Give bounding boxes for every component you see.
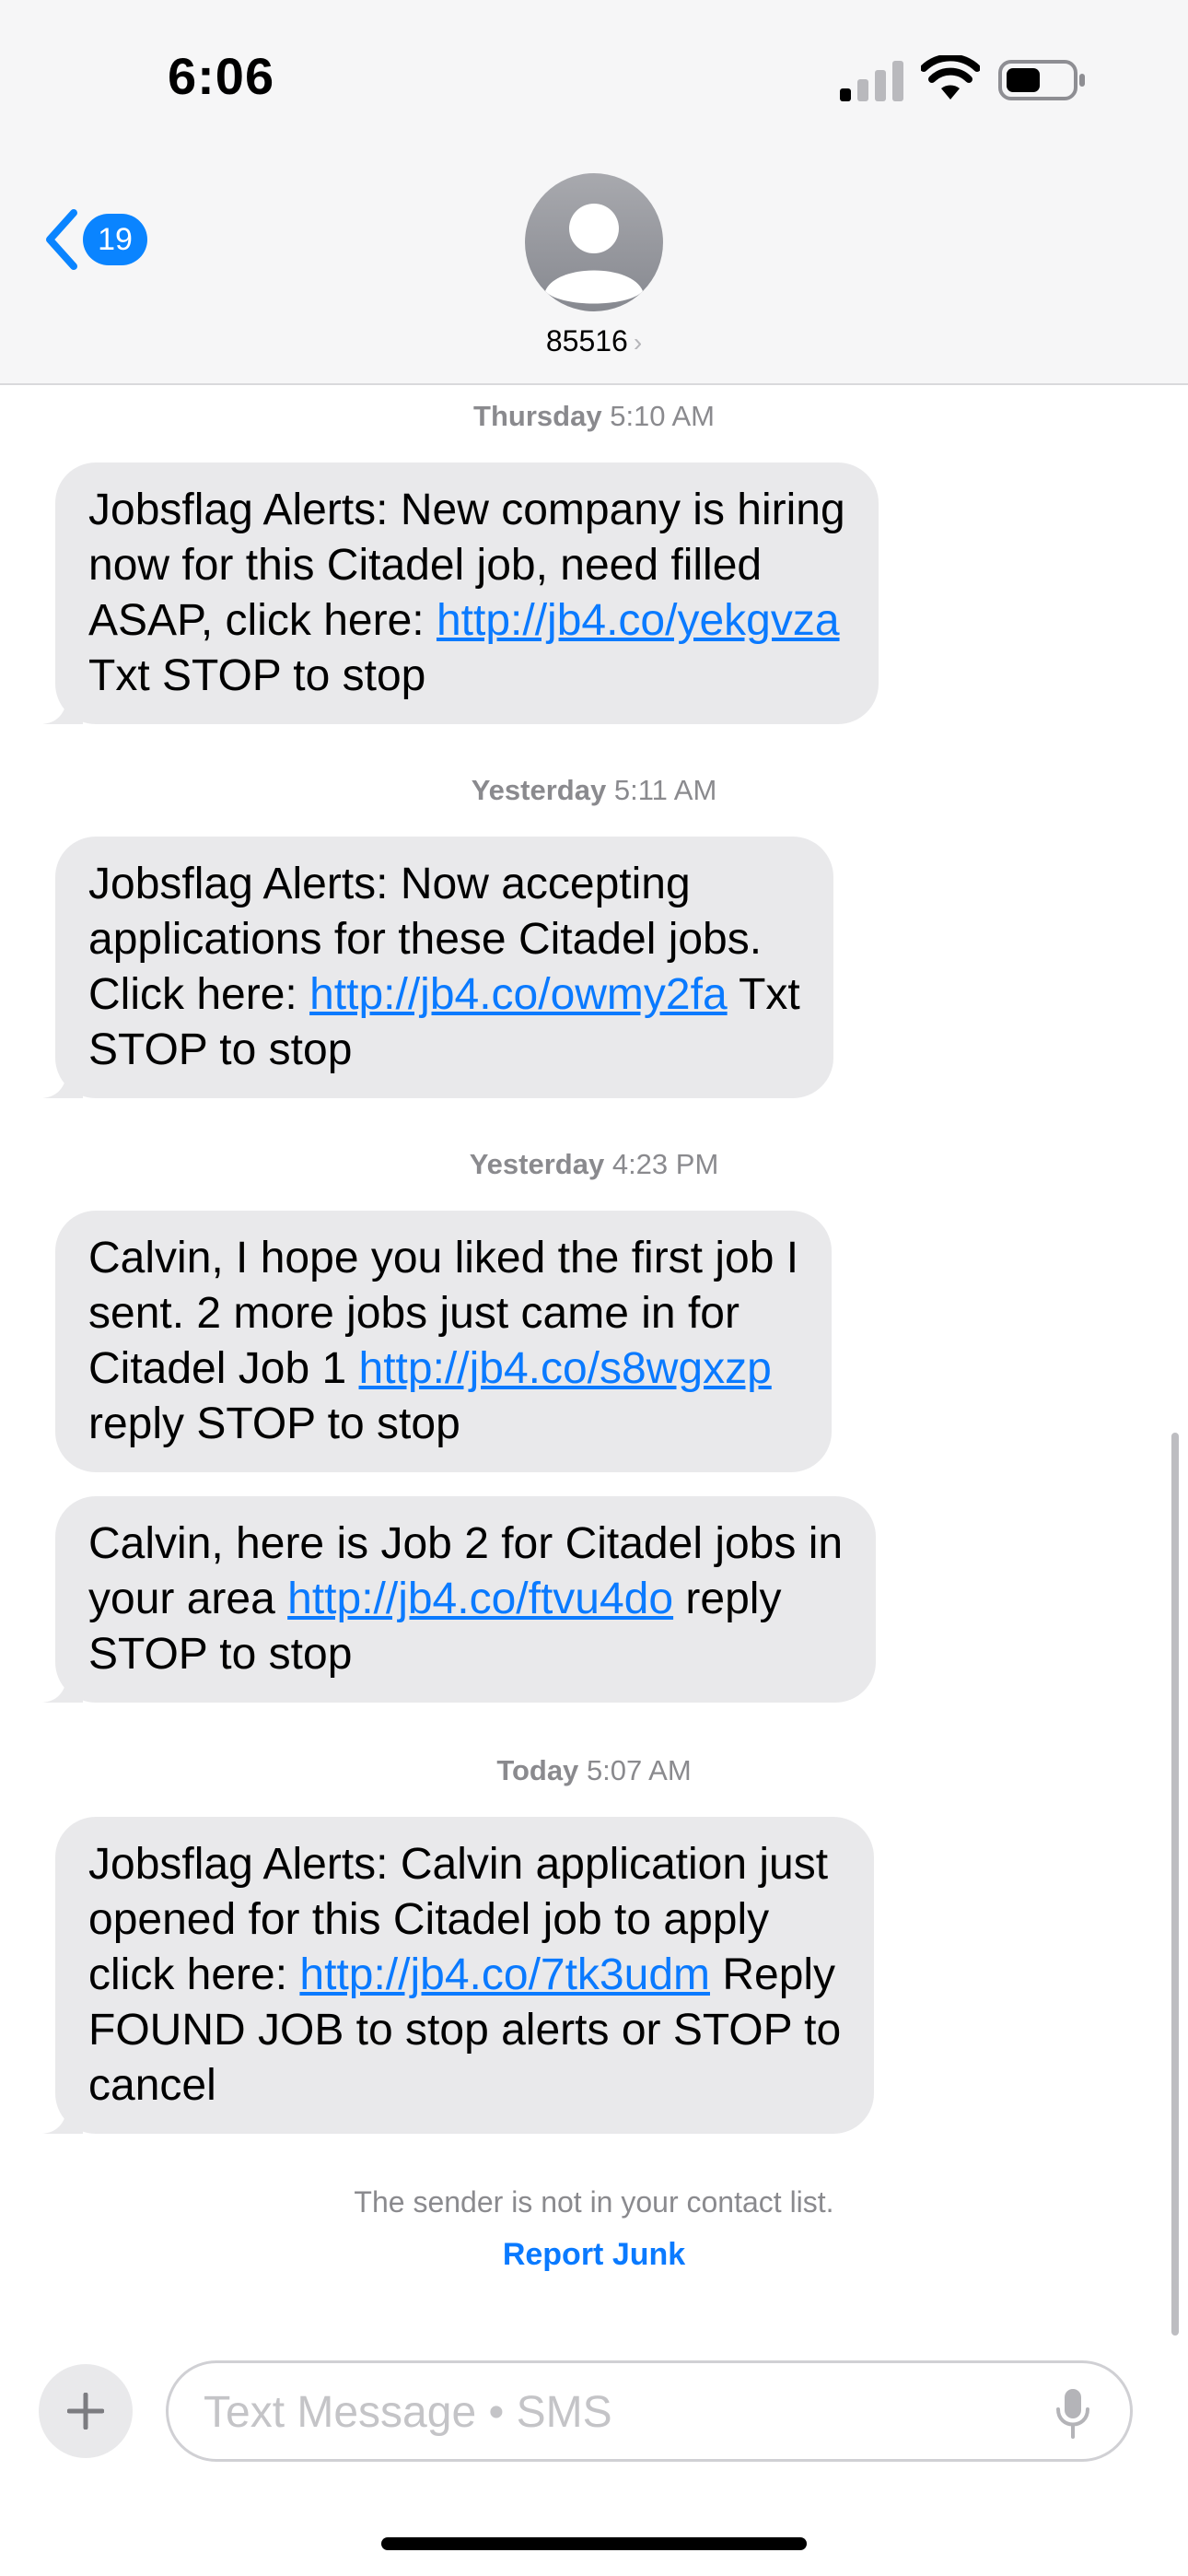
message-text: Jobsflag Alerts: Now accepting applicati… [88, 860, 800, 1074]
unknown-sender-notice: The sender is not in your contact list. [354, 2185, 834, 2219]
contact-number: 85516 [545, 324, 628, 357]
timestamp: Yesterday 5:11 AM [0, 774, 1188, 807]
message-text: Calvin, here is Job 2 for Citadel jobs i… [88, 1519, 844, 1679]
report-junk-link[interactable]: Report Junk [0, 2237, 1188, 2273]
plus-icon [67, 2393, 104, 2430]
scrollbar[interactable] [1171, 1433, 1179, 2336]
message-bubble[interactable]: Jobsflag Alerts: Calvin application just… [42, 1817, 875, 2134]
home-indicator[interactable] [381, 2537, 807, 2550]
unread-count-badge: 19 [83, 214, 147, 265]
message-text: Calvin, I hope you liked the first job I… [88, 1234, 799, 1448]
timestamp-time: 4:23 PM [611, 1148, 719, 1180]
timestamp-day: Yesterday [469, 1148, 605, 1180]
bubble-tail [42, 1666, 83, 1703]
message-bubble[interactable]: Jobsflag Alerts: Now accepting applicati… [42, 837, 833, 1098]
message-text: Jobsflag Alerts: Calvin application just… [88, 1840, 842, 2110]
timestamp-day: Yesterday [471, 774, 607, 806]
chevron-left-icon [46, 209, 77, 270]
battery-icon [998, 60, 1085, 100]
person-silhouette-icon [545, 204, 643, 304]
microphone-icon[interactable] [1054, 2387, 1091, 2439]
contact-avatar[interactable] [525, 173, 663, 311]
messages-screen: 6:06 19 85516 › Thursday 5:10 AM Jobsfla… [0, 0, 1188, 2576]
contact-name[interactable]: 85516 › [0, 324, 1188, 358]
add-attachment-button[interactable] [39, 2364, 133, 2458]
timestamp: Yesterday 4:23 PM [0, 1148, 1188, 1181]
status-time: 6:06 [168, 47, 275, 105]
message-link[interactable]: http://jb4.co/7tk3udm [299, 1950, 710, 1999]
timestamp-time: 5:10 AM [610, 400, 715, 432]
message-link[interactable]: http://jb4.co/owmy2fa [309, 970, 728, 1019]
timestamp: Today 5:07 AM [0, 1754, 1188, 1787]
timestamp-day: Thursday [473, 400, 602, 432]
message-link[interactable]: http://jb4.co/s8wgxzp [359, 1344, 772, 1393]
message-text: Jobsflag Alerts: New company is hiring n… [88, 486, 845, 700]
message-compose-field[interactable] [166, 2360, 1133, 2462]
message-bubble[interactable]: Calvin, here is Job 2 for Citadel jobs i… [42, 1496, 877, 1703]
back-button[interactable]: 19 [41, 203, 160, 276]
message-bubble[interactable]: Calvin, I hope you liked the first job I… [55, 1211, 833, 1472]
chevron-right-icon: › [633, 328, 643, 357]
bubble-tail [42, 2097, 83, 2134]
message-link[interactable]: http://jb4.co/yekgvza [437, 596, 840, 645]
message-link[interactable]: http://jb4.co/ftvu4do [287, 1575, 673, 1623]
message-input[interactable] [204, 2382, 1014, 2442]
bubble-tail [42, 687, 83, 724]
wifi-icon [921, 55, 980, 100]
timestamp-day: Today [496, 1754, 579, 1786]
message-thread[interactable]: Thursday 5:10 AM Jobsflag Alerts: New co… [0, 387, 1188, 2340]
cellular-signal-icon [840, 61, 903, 101]
bubble-tail [42, 1061, 83, 1098]
message-bubble[interactable]: Jobsflag Alerts: New company is hiring n… [42, 463, 879, 724]
conversation-header: 6:06 19 85516 › [0, 0, 1188, 385]
timestamp: Thursday 5:10 AM [0, 400, 1188, 433]
timestamp-time: 5:11 AM [613, 774, 717, 806]
timestamp-time: 5:07 AM [586, 1754, 692, 1786]
